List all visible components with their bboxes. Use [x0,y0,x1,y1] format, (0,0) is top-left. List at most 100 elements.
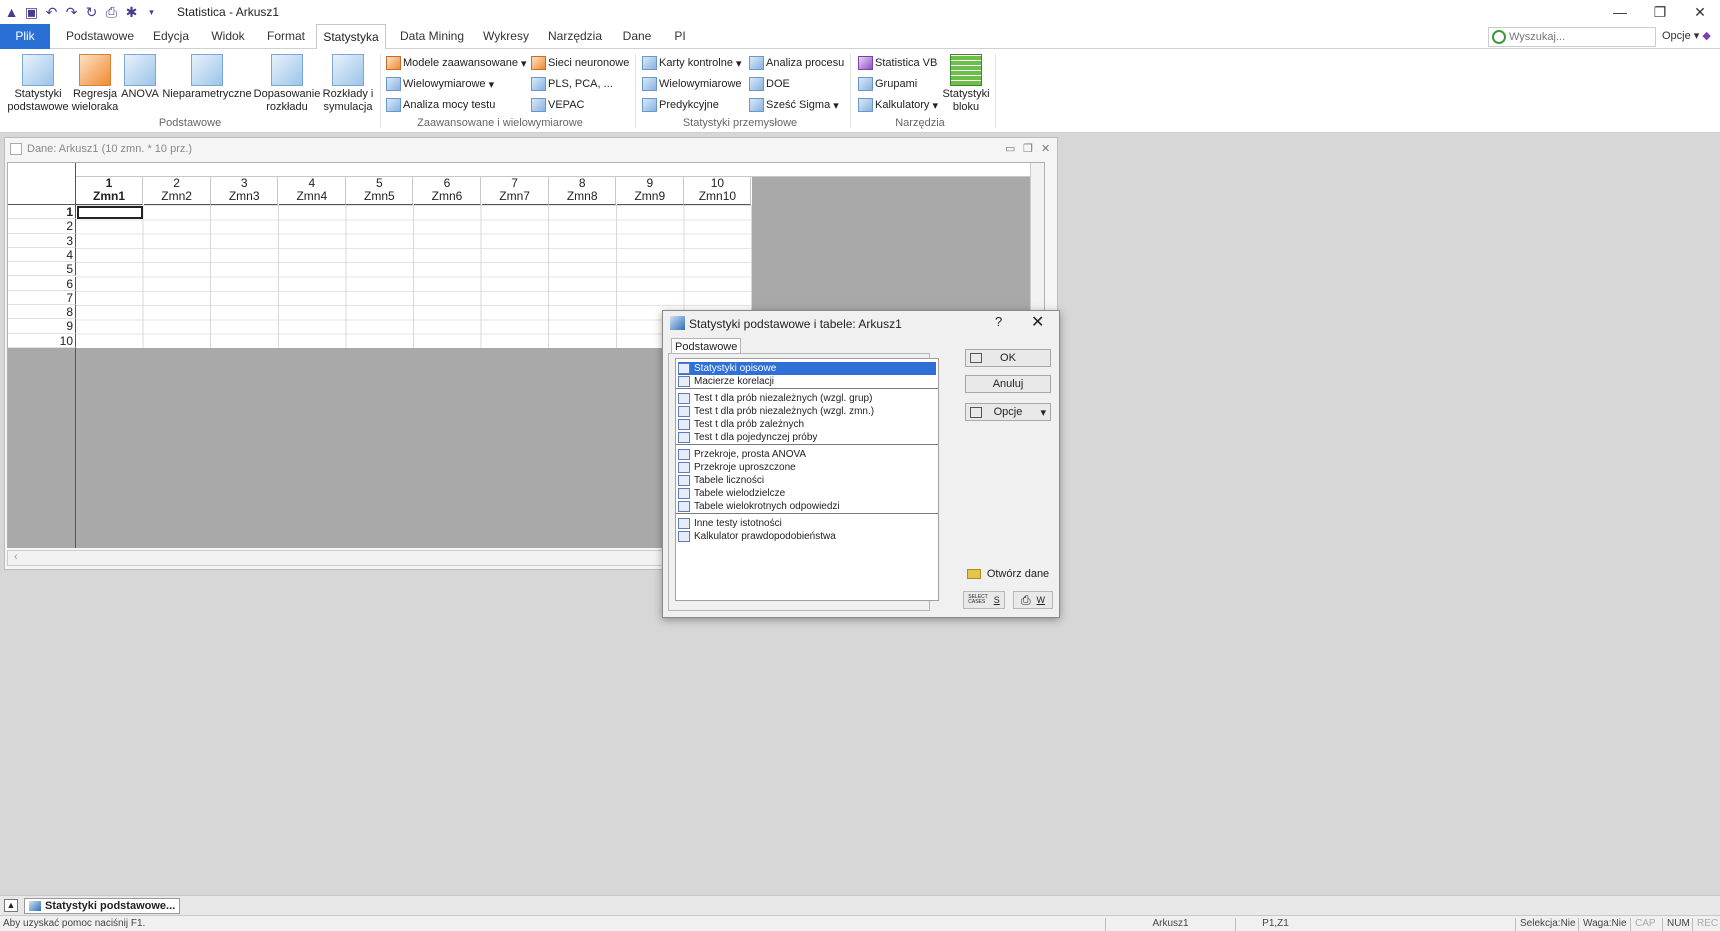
tab-format[interactable]: Format [261,24,311,49]
grid-corner[interactable] [8,163,76,205]
statistica-vb-button[interactable]: Statistica VB [858,54,937,72]
list-item[interactable]: Tabele wielodzielcze [678,487,785,500]
ok-button[interactable]: OK [965,349,1051,367]
calculators-button[interactable]: Kalkulatory ▾ [858,96,938,114]
row-header[interactable]: 3 [8,233,76,248]
column-header[interactable]: 8 Zmn8 [549,177,617,205]
active-cell[interactable] [77,206,143,219]
list-item[interactable]: Test t dla pojedynczej próby [678,431,817,444]
list-item[interactable]: Test t dla prób niezależnych (wzgl. grup… [678,392,872,405]
statistica-vb-icon [858,56,873,70]
tab-statystyka[interactable]: Statystyka [316,24,386,50]
tab-data-mining[interactable]: Data Mining [396,24,468,49]
row-header[interactable]: 5 [8,262,76,277]
advanced-models-button[interactable]: Modele zaawansowane ▾ [386,54,527,72]
close-icon[interactable]: ✕ [1680,0,1720,24]
list-item[interactable]: Tabele liczności [678,474,764,487]
multivariate-button[interactable]: Wielowymiarowe ▾ [386,75,494,93]
options-menu[interactable]: Opcje ▾ ◆ [1662,29,1711,42]
taskbar-item-basic-statistics[interactable]: Statystyki podstawowe... [24,898,181,914]
list-item[interactable]: Przekroje, prosta ANOVA [678,448,806,461]
column-header[interactable]: 1 Zmn1 [76,177,143,205]
by-group-button[interactable]: Grupami [858,75,917,93]
distribution-fitting-button[interactable]: Dopasowanie rozkładu [253,54,321,114]
row-header[interactable]: 4 [8,247,76,263]
row-header[interactable]: 10 [8,333,76,348]
nonparametric-button[interactable]: Nieparametryczne [162,54,252,101]
list-item[interactable]: Przekroje uproszczone [678,461,796,474]
undo-icon[interactable]: ↶ [44,4,59,20]
column-header[interactable]: 4 Zmn4 [278,177,346,205]
column-header[interactable]: 9 Zmn9 [616,177,684,205]
distributions-simulation-button[interactable]: Rozkłady i symulacja [322,54,374,114]
list-item[interactable]: Statystyki opisowe [678,362,936,375]
select-cases-icon[interactable]: ✱ [124,4,139,20]
six-sigma-button[interactable]: Sześć Sigma ▾ [749,96,839,114]
minimize-icon[interactable]: — [1600,0,1640,24]
tab-pi[interactable]: PI [668,24,692,49]
row-header[interactable]: 8 [8,305,76,320]
sheet-restore-icon[interactable]: ❐ [1023,142,1033,155]
app-icon[interactable]: ▲ [4,4,19,20]
print-icon[interactable]: ⎙ [104,4,119,20]
tab-podstawowe[interactable]: Podstawowe [62,24,138,49]
column-header[interactable]: 3 Zmn3 [211,177,279,205]
dialog-close-icon[interactable]: ✕ [1031,312,1044,332]
sheet-minimize-icon[interactable]: ▭ [1005,142,1015,155]
group-separator [380,54,381,128]
multiple-regression-button[interactable]: Regresja wieloraka [70,54,120,114]
power-analysis-button[interactable]: Analiza mocy testu [386,96,495,114]
list-item[interactable]: Tabele wielokrotnych odpowiedzi [678,500,840,513]
redo-icon[interactable]: ↷ [64,4,79,20]
list-item[interactable]: Kalkulator prawdopodobieństwa [678,530,836,543]
control-charts-button[interactable]: Karty kontrolne ▾ [642,54,742,72]
row-header[interactable]: 6 [8,276,76,291]
doe-button[interactable]: DOE [749,75,790,93]
tab-plik[interactable]: Plik [0,24,50,49]
neural-networks-button[interactable]: Sieci neuronowe [531,54,629,72]
tab-narzedzia[interactable]: Narzędzia [545,24,605,49]
column-header[interactable]: 5 Zmn5 [346,177,414,205]
pls-pca-button[interactable]: PLS, PCA, ... [531,75,613,93]
open-data-button[interactable]: Otwórz dane [963,565,1053,583]
select-cases-button[interactable]: SELECT CASES S [963,591,1005,609]
column-header[interactable]: 6 Zmn6 [414,177,481,205]
column-header[interactable]: 10 Zmn10 [684,177,752,205]
tab-edycja[interactable]: Edycja [146,24,196,49]
options-button[interactable]: Opcje ▾ [965,403,1051,421]
vepac-button[interactable]: VEPAC [531,96,584,114]
cancel-button[interactable]: Anuluj [965,375,1051,393]
app-small-icon[interactable]: ▲ [4,899,18,912]
list-item[interactable]: Inne testy istotności [678,517,782,530]
process-analysis-button[interactable]: Analiza procesu [749,54,844,72]
help-icon[interactable]: ? [995,314,1002,329]
refresh-icon[interactable]: ↻ [84,4,99,20]
anova-button[interactable]: ANOVA [120,54,160,101]
restore-icon[interactable]: ❐ [1640,0,1680,24]
analysis-list[interactable]: Statystyki opisowe Macierze korelacji Test… [675,358,939,601]
save-icon[interactable]: ▣ [24,4,39,20]
block-statistics-button[interactable]: Statystyki bloku [940,54,992,114]
customize-dropdown-icon[interactable]: ▾ [144,5,159,20]
multivariate-qc-button[interactable]: Wielowymiarowe [642,75,742,93]
row-header[interactable]: 7 [8,290,76,306]
list-item[interactable]: Test t dla prób niezależnych (wzgl. zmn.… [678,405,874,418]
tab-podstawowe-dialog[interactable]: Podstawowe [671,338,742,354]
basic-statistics-button[interactable]: Statystyki podstawowe [6,54,70,114]
predictive-button[interactable]: Predykcyjne [642,96,719,114]
weight-button[interactable]: ⎙ W [1013,591,1053,609]
tab-wykresy[interactable]: Wykresy [480,24,532,49]
column-header[interactable]: 2 Zmn2 [143,177,211,205]
column-header[interactable]: 7 Zmn7 [481,177,549,205]
row-header[interactable]: 2 [8,219,76,234]
tab-widok[interactable]: Widok [205,24,251,49]
search-input[interactable]: Wyszukaj... [1488,27,1656,47]
spreadsheet-title: Dane: Arkusz1 (10 zmn. * 10 prz.) [27,143,193,155]
row-header[interactable]: 9 [8,319,76,334]
help-book-icon[interactable]: ◆ [1702,30,1710,42]
row-header[interactable]: 1 [8,205,76,220]
list-item[interactable]: Test t dla prób zależnych [678,418,804,431]
sheet-close-icon[interactable]: ✕ [1041,142,1050,155]
tab-dane[interactable]: Dane [618,24,656,49]
list-item[interactable]: Macierze korelacji [678,375,774,388]
